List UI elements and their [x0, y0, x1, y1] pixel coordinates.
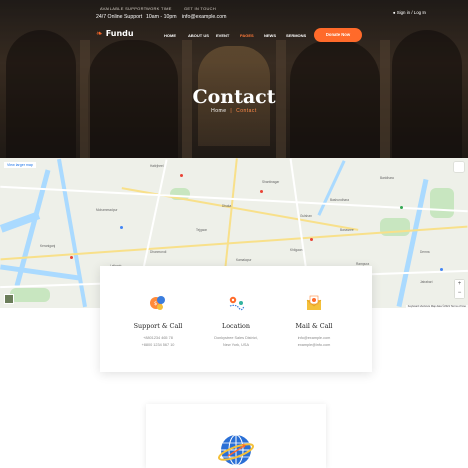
map-footer: Keyboard shortcuts Map data ©2021 Terms …: [405, 305, 468, 308]
breadcrumb-current: Contact: [236, 108, 257, 114]
work-label: Work Time: [146, 6, 172, 11]
contact-location: Location Donkystree Sales District, New …: [191, 266, 281, 372]
map-pin[interactable]: [120, 226, 123, 229]
contact-support: $ Support & Call +8801234 465 78 +8800 1…: [113, 266, 203, 372]
map-zoom-control[interactable]: + −: [455, 280, 464, 298]
map-type-toggle[interactable]: [4, 294, 14, 304]
contact-title: Location: [221, 322, 251, 330]
nav-pages[interactable]: Pages: [240, 33, 254, 38]
support-label: Available Support: [100, 6, 147, 11]
map-pin[interactable]: [400, 206, 403, 209]
map-pin[interactable]: [310, 238, 313, 241]
touch-label: Get in Touch: [184, 6, 217, 11]
map-pin[interactable]: [180, 174, 183, 177]
breadcrumb: Home | Contact: [211, 108, 257, 114]
login-link[interactable]: ● Sign in / Log In: [393, 10, 426, 15]
zoom-out-button[interactable]: −: [455, 289, 464, 298]
globe-icon: [218, 434, 254, 466]
flame-icon: ❧: [96, 29, 103, 38]
donate-button[interactable]: Donate Now: [314, 28, 362, 42]
nav-home[interactable]: Home: [164, 33, 176, 38]
map-pin[interactable]: [440, 268, 443, 271]
contact-title: Mail & Call: [295, 322, 333, 330]
zoom-in-button[interactable]: +: [455, 280, 464, 289]
contact-line: New York, USA: [223, 343, 249, 347]
contact-line[interactable]: example@info.com: [269, 343, 359, 347]
top-info-bar: Available Support 24/7 Online Support Wo…: [96, 6, 426, 24]
contact-line[interactable]: info@example.com: [269, 336, 359, 340]
site-logo[interactable]: ❧ Fundu: [96, 29, 134, 38]
map-pin[interactable]: [70, 256, 73, 259]
fullscreen-icon[interactable]: [454, 162, 464, 172]
user-icon: ●: [392, 10, 396, 15]
feature-box: [146, 404, 326, 468]
contact-title: Support & Call: [133, 322, 183, 330]
nav-about[interactable]: About Us: [188, 33, 209, 38]
map-location-icon: [229, 296, 245, 311]
breadcrumb-home[interactable]: Home: [211, 108, 226, 114]
contact-line[interactable]: +8801234 465 78: [113, 336, 203, 340]
contact-mail: Mail & Call info@example.com example@inf…: [269, 266, 359, 372]
page-title: Contact: [192, 86, 276, 108]
map-pin[interactable]: [260, 190, 263, 193]
contact-card: $ Support & Call +8801234 465 78 +8800 1…: [100, 266, 372, 372]
touch-value[interactable]: info@example.com: [182, 14, 226, 20]
nav-sermons[interactable]: Sermons: [286, 33, 306, 38]
view-larger-map-link[interactable]: View larger map: [4, 162, 36, 168]
svg-text:$: $: [154, 301, 157, 307]
nav-news[interactable]: News: [264, 33, 276, 38]
contact-line: Donkystree Sales District,: [214, 336, 258, 340]
envelope-icon: [306, 295, 322, 310]
work-value: 10am - 10pm: [146, 14, 177, 20]
support-value: 24/7 Online Support: [96, 14, 143, 20]
nav-event[interactable]: Event: [216, 33, 229, 38]
contact-line[interactable]: +8800 1234 567 10: [113, 343, 203, 347]
support-headset-icon: $: [150, 296, 165, 310]
page-hero: Available Support 24/7 Online Support Wo…: [0, 0, 468, 158]
